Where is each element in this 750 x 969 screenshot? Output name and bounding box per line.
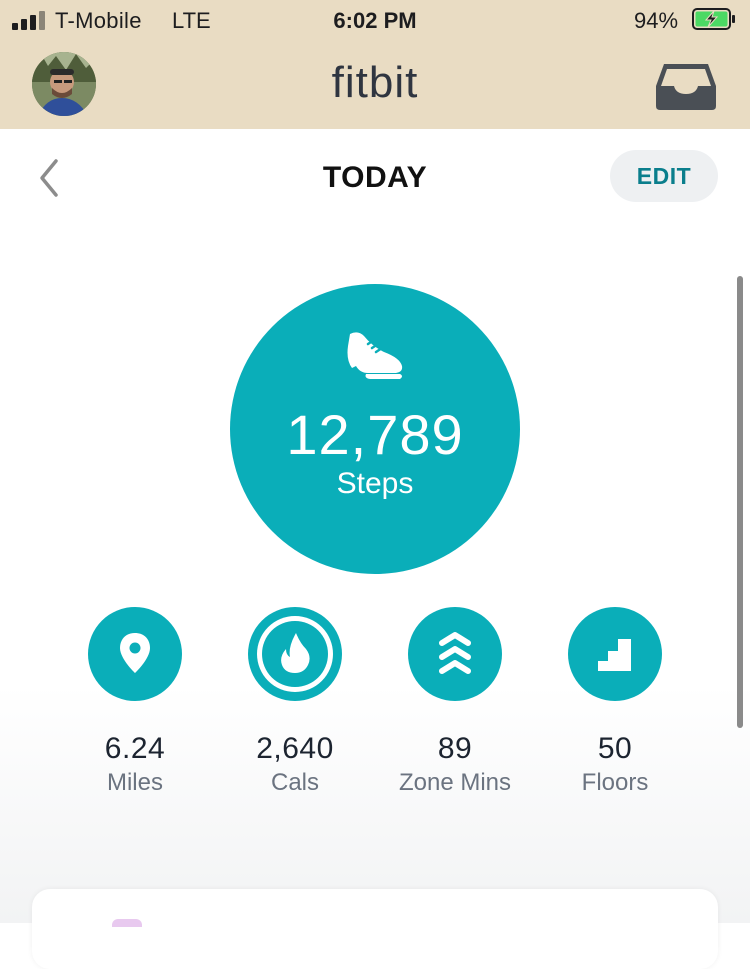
stat-label: Zone Mins: [398, 769, 512, 796]
stat-calories[interactable]: 2,640 Cals: [215, 607, 375, 807]
app-logo-title: fitbit: [331, 58, 419, 107]
scrollbar[interactable]: [737, 276, 743, 728]
shoe-icon: [347, 332, 403, 379]
chevrons-up-icon: [408, 607, 502, 701]
stat-value: 6.24: [104, 732, 166, 765]
tile-icon: [112, 919, 142, 927]
inbox-icon[interactable]: [654, 62, 718, 112]
stairs-icon: [568, 607, 662, 701]
stat-floors[interactable]: 50 Floors: [535, 607, 695, 807]
location-pin-icon: [88, 607, 182, 701]
edit-button[interactable]: EDIT: [610, 150, 718, 202]
flame-icon: [248, 607, 342, 701]
stat-value: 89: [437, 732, 473, 765]
battery-charging-icon: [692, 8, 735, 30]
stat-label: Floors: [581, 769, 649, 796]
app-header: T-Mobile LTE 6:02 PM 94% fitbit: [0, 0, 750, 129]
today-dashboard: TODAY EDIT 12,789 Steps 6.24 Miles 2,640…: [0, 129, 750, 969]
next-tile-card[interactable]: [32, 889, 718, 969]
stat-miles[interactable]: 6.24 Miles: [55, 607, 215, 807]
stat-value: 2,640: [256, 732, 334, 765]
status-bar: T-Mobile LTE 6:02 PM 94%: [0, 0, 750, 42]
stat-label: Cals: [270, 769, 319, 796]
battery-percent: 94%: [634, 8, 679, 33]
steps-value: 12,789: [286, 403, 464, 466]
steps-label: Steps: [336, 467, 414, 500]
stat-zone-minutes[interactable]: 89 Zone Mins: [375, 607, 535, 807]
stat-label: Miles: [106, 769, 163, 796]
stat-value: 50: [597, 732, 633, 765]
steps-tile[interactable]: 12,789 Steps: [230, 284, 520, 574]
